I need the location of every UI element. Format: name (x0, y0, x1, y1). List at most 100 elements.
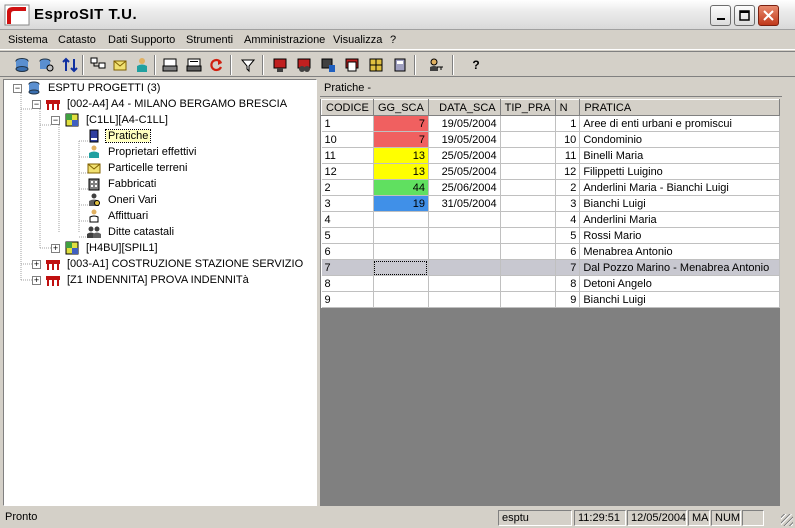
tree-structure-icon[interactable] (88, 55, 108, 75)
cell-tip-pra[interactable] (500, 211, 556, 228)
cell-codice[interactable]: 6 (321, 243, 374, 260)
cell-codice[interactable]: 10 (321, 131, 374, 148)
cell-tip-pra[interactable] (500, 131, 556, 148)
menu-help[interactable]: ? (390, 34, 396, 46)
cell-n[interactable]: 8 (555, 275, 581, 292)
cell-n[interactable]: 5 (555, 227, 581, 244)
cell-data-sca[interactable]: 25/05/2004 (428, 147, 501, 164)
tree-collapse-sub1[interactable]: − (51, 116, 60, 125)
cell-pratica[interactable]: Dal Pozzo Marino - Menabrea Antonio (579, 259, 780, 276)
cell-pratica[interactable]: Rossi Mario (579, 227, 780, 244)
cell-tip-pra[interactable] (500, 115, 556, 132)
report-icon[interactable] (184, 55, 204, 75)
cell-data-sca[interactable]: 25/06/2004 (428, 179, 501, 196)
tree-collapse-project1[interactable]: − (32, 100, 41, 109)
menu-dati-supporto[interactable]: Dati Supporto (108, 34, 175, 46)
tree-expand-sub2[interactable]: + (51, 244, 60, 253)
table-row[interactable]: 7 7 Dal Pozzo Marino - Menabrea Antonio (321, 259, 780, 276)
cell-n[interactable]: 2 (555, 179, 581, 196)
filter-icon[interactable] (238, 55, 258, 75)
minimize-button[interactable] (710, 5, 731, 26)
table-row[interactable]: 4 4 Anderlini Maria (321, 211, 780, 228)
column-header-n[interactable]: N (554, 99, 581, 116)
cell-data-sca[interactable]: 19/05/2004 (428, 115, 501, 132)
cell-gg-sca[interactable]: 13 (373, 163, 429, 180)
help-button[interactable]: ? (466, 55, 486, 75)
table-row[interactable]: 11 13 25/05/2004 11 Binelli Maria (321, 147, 780, 164)
cell-pratica[interactable]: Binelli Maria (579, 147, 780, 164)
cell-n[interactable]: 1 (555, 115, 581, 132)
resize-grip[interactable] (781, 514, 793, 526)
cell-n[interactable]: 11 (555, 147, 581, 164)
sort-arrows-icon[interactable] (60, 55, 80, 75)
cell-pratica[interactable]: Aree di enti urbani e promiscui (579, 115, 780, 132)
cell-codice[interactable]: 12 (321, 163, 374, 180)
cell-gg-sca[interactable]: 19 (373, 195, 429, 212)
cell-gg-sca[interactable] (373, 211, 429, 228)
cell-tip-pra[interactable] (500, 179, 556, 196)
tree-collapse-root[interactable]: − (13, 84, 22, 93)
cell-pratica[interactable]: Bianchi Luigi (579, 195, 780, 212)
cell-gg-sca[interactable]: 13 (373, 147, 429, 164)
cell-data-sca[interactable] (428, 211, 501, 228)
cell-n[interactable]: 10 (555, 131, 581, 148)
cell-pratica[interactable]: Bianchi Luigi (579, 291, 780, 308)
table-row[interactable]: 10 7 19/05/2004 10 Condominio (321, 131, 780, 148)
table-row[interactable]: 12 13 25/05/2004 12 Filippetti Luigino (321, 163, 780, 180)
menu-strumenti[interactable]: Strumenti (186, 34, 233, 46)
cell-codice[interactable]: 5 (321, 227, 374, 244)
column-header-codice[interactable]: CODICE (321, 99, 374, 116)
cell-gg-sca[interactable]: 7 (373, 131, 429, 148)
archive-icon[interactable] (390, 55, 410, 75)
table-row[interactable]: 3 19 31/05/2004 3 Bianchi Luigi (321, 195, 780, 212)
cell-codice[interactable]: 11 (321, 147, 374, 164)
person-icon[interactable] (132, 55, 152, 75)
cell-data-sca[interactable]: 25/05/2004 (428, 163, 501, 180)
cell-pratica[interactable]: Menabrea Antonio (579, 243, 780, 260)
cell-tip-pra[interactable] (500, 243, 556, 260)
cell-gg-sca[interactable] (373, 275, 429, 292)
table-row[interactable]: 2 44 25/06/2004 2 Anderlini Maria - Bianchi … (321, 179, 780, 196)
cell-tip-pra[interactable] (500, 275, 556, 292)
map-person-icon[interactable] (318, 55, 338, 75)
table-row[interactable]: 1 7 19/05/2004 1 Aree di enti urbani e promi… (321, 115, 780, 132)
menu-amministrazione[interactable]: Amministrazione (244, 34, 325, 46)
tree-expand-project2[interactable]: + (32, 260, 41, 269)
tree-leaf-ditte[interactable]: Ditte catastali (86, 224, 176, 240)
database-config-icon[interactable] (36, 55, 56, 75)
column-header-tip-pra[interactable]: TIP_PRA (499, 99, 556, 116)
cell-n[interactable]: 9 (555, 291, 581, 308)
cell-data-sca[interactable] (428, 259, 501, 276)
map-people-icon[interactable] (294, 55, 314, 75)
cell-n[interactable]: 7 (555, 259, 581, 276)
cell-tip-pra[interactable] (500, 259, 556, 276)
cell-tip-pra[interactable] (500, 147, 556, 164)
cell-pratica[interactable]: Filippetti Luigino (579, 163, 780, 180)
cell-data-sca[interactable]: 31/05/2004 (428, 195, 501, 212)
cell-tip-pra[interactable] (500, 163, 556, 180)
tree-leaf-particelle[interactable]: Particelle terreni (86, 160, 189, 176)
tree-node-project1[interactable]: [002-A4] A4 - MILANO BERGAMO BRESCIA (45, 96, 289, 112)
cell-gg-sca[interactable]: 44 (373, 179, 429, 196)
cell-tip-pra[interactable] (500, 195, 556, 212)
table-row[interactable]: 8 8 Detoni Angelo (321, 275, 780, 292)
cell-gg-sca[interactable] (373, 243, 429, 260)
cell-data-sca[interactable] (428, 275, 501, 292)
cell-codice[interactable]: 9 (321, 291, 374, 308)
cell-n[interactable]: 6 (555, 243, 581, 260)
tree-node-project2[interactable]: [003-A1] COSTRUZIONE STAZIONE SERVIZIO (45, 256, 305, 272)
database-icon[interactable] (12, 55, 32, 75)
map-document-icon[interactable] (342, 55, 362, 75)
tree-leaf-affittuari[interactable]: Affittuari (86, 208, 150, 224)
cell-codice[interactable]: 8 (321, 275, 374, 292)
cell-pratica[interactable]: Detoni Angelo (579, 275, 780, 292)
cell-n[interactable]: 3 (555, 195, 581, 212)
envelope-icon[interactable] (110, 55, 130, 75)
tree-node-sub1[interactable]: [C1LL][A4-C1LL] (64, 112, 170, 128)
cell-gg-sca[interactable] (373, 259, 429, 276)
tree-node-root[interactable]: ESPTU PROGETTI (3) (26, 80, 162, 96)
table-row[interactable]: 5 5 Rossi Mario (321, 227, 780, 244)
column-header-pratica[interactable]: PRATICA (579, 99, 780, 116)
close-button[interactable] (758, 5, 779, 26)
user-key-icon[interactable] (426, 55, 446, 75)
